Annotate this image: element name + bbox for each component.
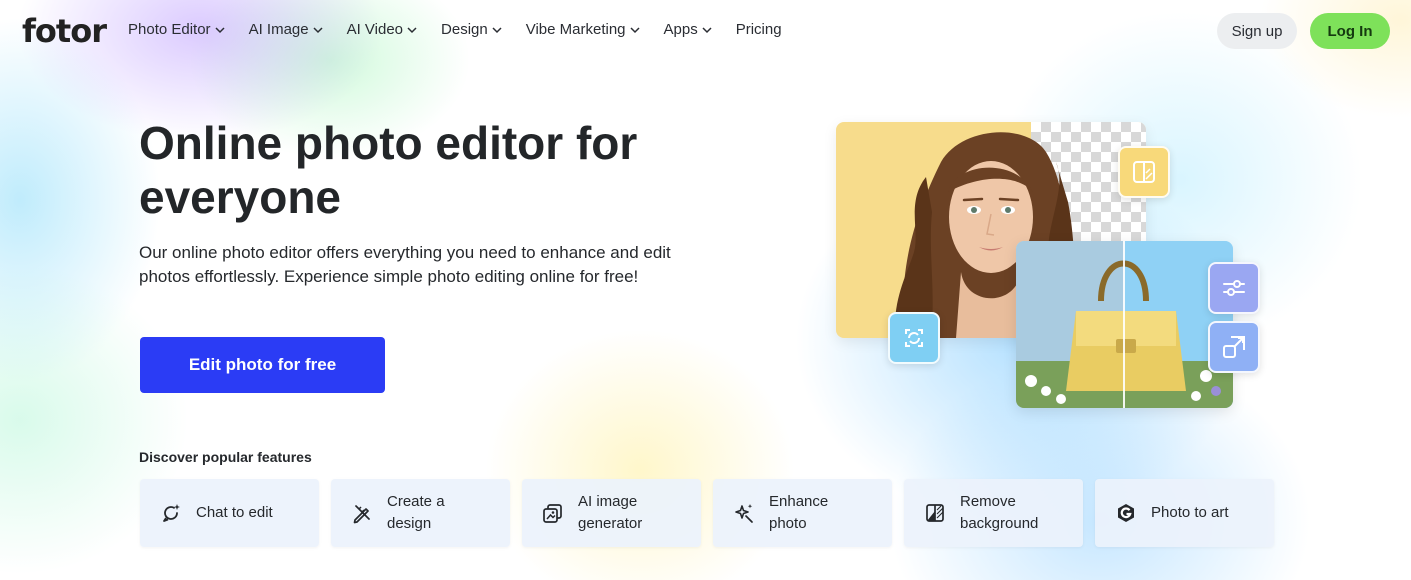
edit-photo-button[interactable]: Edit photo for free [140, 337, 385, 393]
feature-photo-to-art[interactable]: Photo to art [1095, 479, 1274, 547]
chevron-down-icon [407, 26, 417, 33]
nav-ai-image[interactable]: AI Image [249, 21, 323, 38]
main-nav: Photo Editor AI Image AI Video Design Vi… [128, 21, 782, 38]
log-in-button[interactable]: Log In [1310, 13, 1390, 49]
nav-ai-video[interactable]: AI Video [347, 21, 417, 38]
hero-title: Online photo editor for everyone [139, 117, 638, 223]
features-heading: Discover popular features [139, 449, 312, 465]
fotor-logo[interactable]: fotor [22, 12, 107, 50]
chevron-down-icon [492, 26, 502, 33]
nav-label: Pricing [735, 21, 782, 38]
feature-chat-to-edit[interactable]: Chat to edit [140, 479, 319, 547]
nav-pricing[interactable]: Pricing [736, 21, 782, 38]
nav-label: AI Image [248, 21, 309, 38]
nav-label: Design [441, 21, 488, 38]
feature-remove-background[interactable]: Remove background [904, 479, 1083, 547]
sliders-icon [1208, 262, 1260, 314]
enhance-sparkle-icon [735, 504, 753, 523]
resize-icon [1208, 321, 1260, 373]
nav-photo-editor[interactable]: Photo Editor [128, 21, 225, 38]
feature-label: Photo to art [1151, 504, 1229, 521]
handbag-scene [1016, 241, 1233, 408]
feature-label: Remove background [960, 493, 1039, 532]
features-list: Chat to edit Create a design AI image ge… [140, 479, 1274, 547]
nav-label: Photo Editor [128, 21, 211, 38]
photo-to-art-icon [1118, 504, 1134, 522]
feature-label: Enhance photo [769, 493, 829, 532]
refresh-face-icon [888, 312, 940, 364]
ai-image-icon [543, 504, 562, 523]
chevron-down-icon [313, 26, 323, 33]
split-compare-icon [1118, 146, 1170, 198]
feature-ai-image-generator[interactable]: AI image generator [522, 479, 701, 547]
feature-create-design[interactable]: Create a design [331, 479, 510, 547]
sign-up-button[interactable]: Sign up [1217, 13, 1297, 49]
handbag-photo [1016, 241, 1233, 408]
chevron-down-icon [702, 26, 712, 33]
nav-apps[interactable]: Apps [664, 21, 712, 38]
feature-enhance-photo[interactable]: Enhance photo [713, 479, 892, 547]
nav-design[interactable]: Design [441, 21, 502, 38]
feature-label: AI image generator [578, 493, 643, 532]
hero-subtitle: Our online photo editor offers everythin… [139, 243, 671, 286]
chevron-down-icon [215, 26, 225, 33]
feature-label: Create a design [387, 493, 445, 532]
feature-label: Chat to edit [196, 504, 273, 521]
nav-label: Vibe Marketing [525, 21, 626, 38]
nav-vibe-marketing[interactable]: Vibe Marketing [526, 21, 640, 38]
nav-label: AI Video [346, 21, 404, 38]
remove-background-icon [926, 504, 944, 522]
design-pencil-icon [353, 505, 370, 524]
chat-sparkle-icon [163, 504, 180, 522]
chevron-down-icon [629, 26, 640, 33]
nav-label: Apps [663, 21, 698, 38]
